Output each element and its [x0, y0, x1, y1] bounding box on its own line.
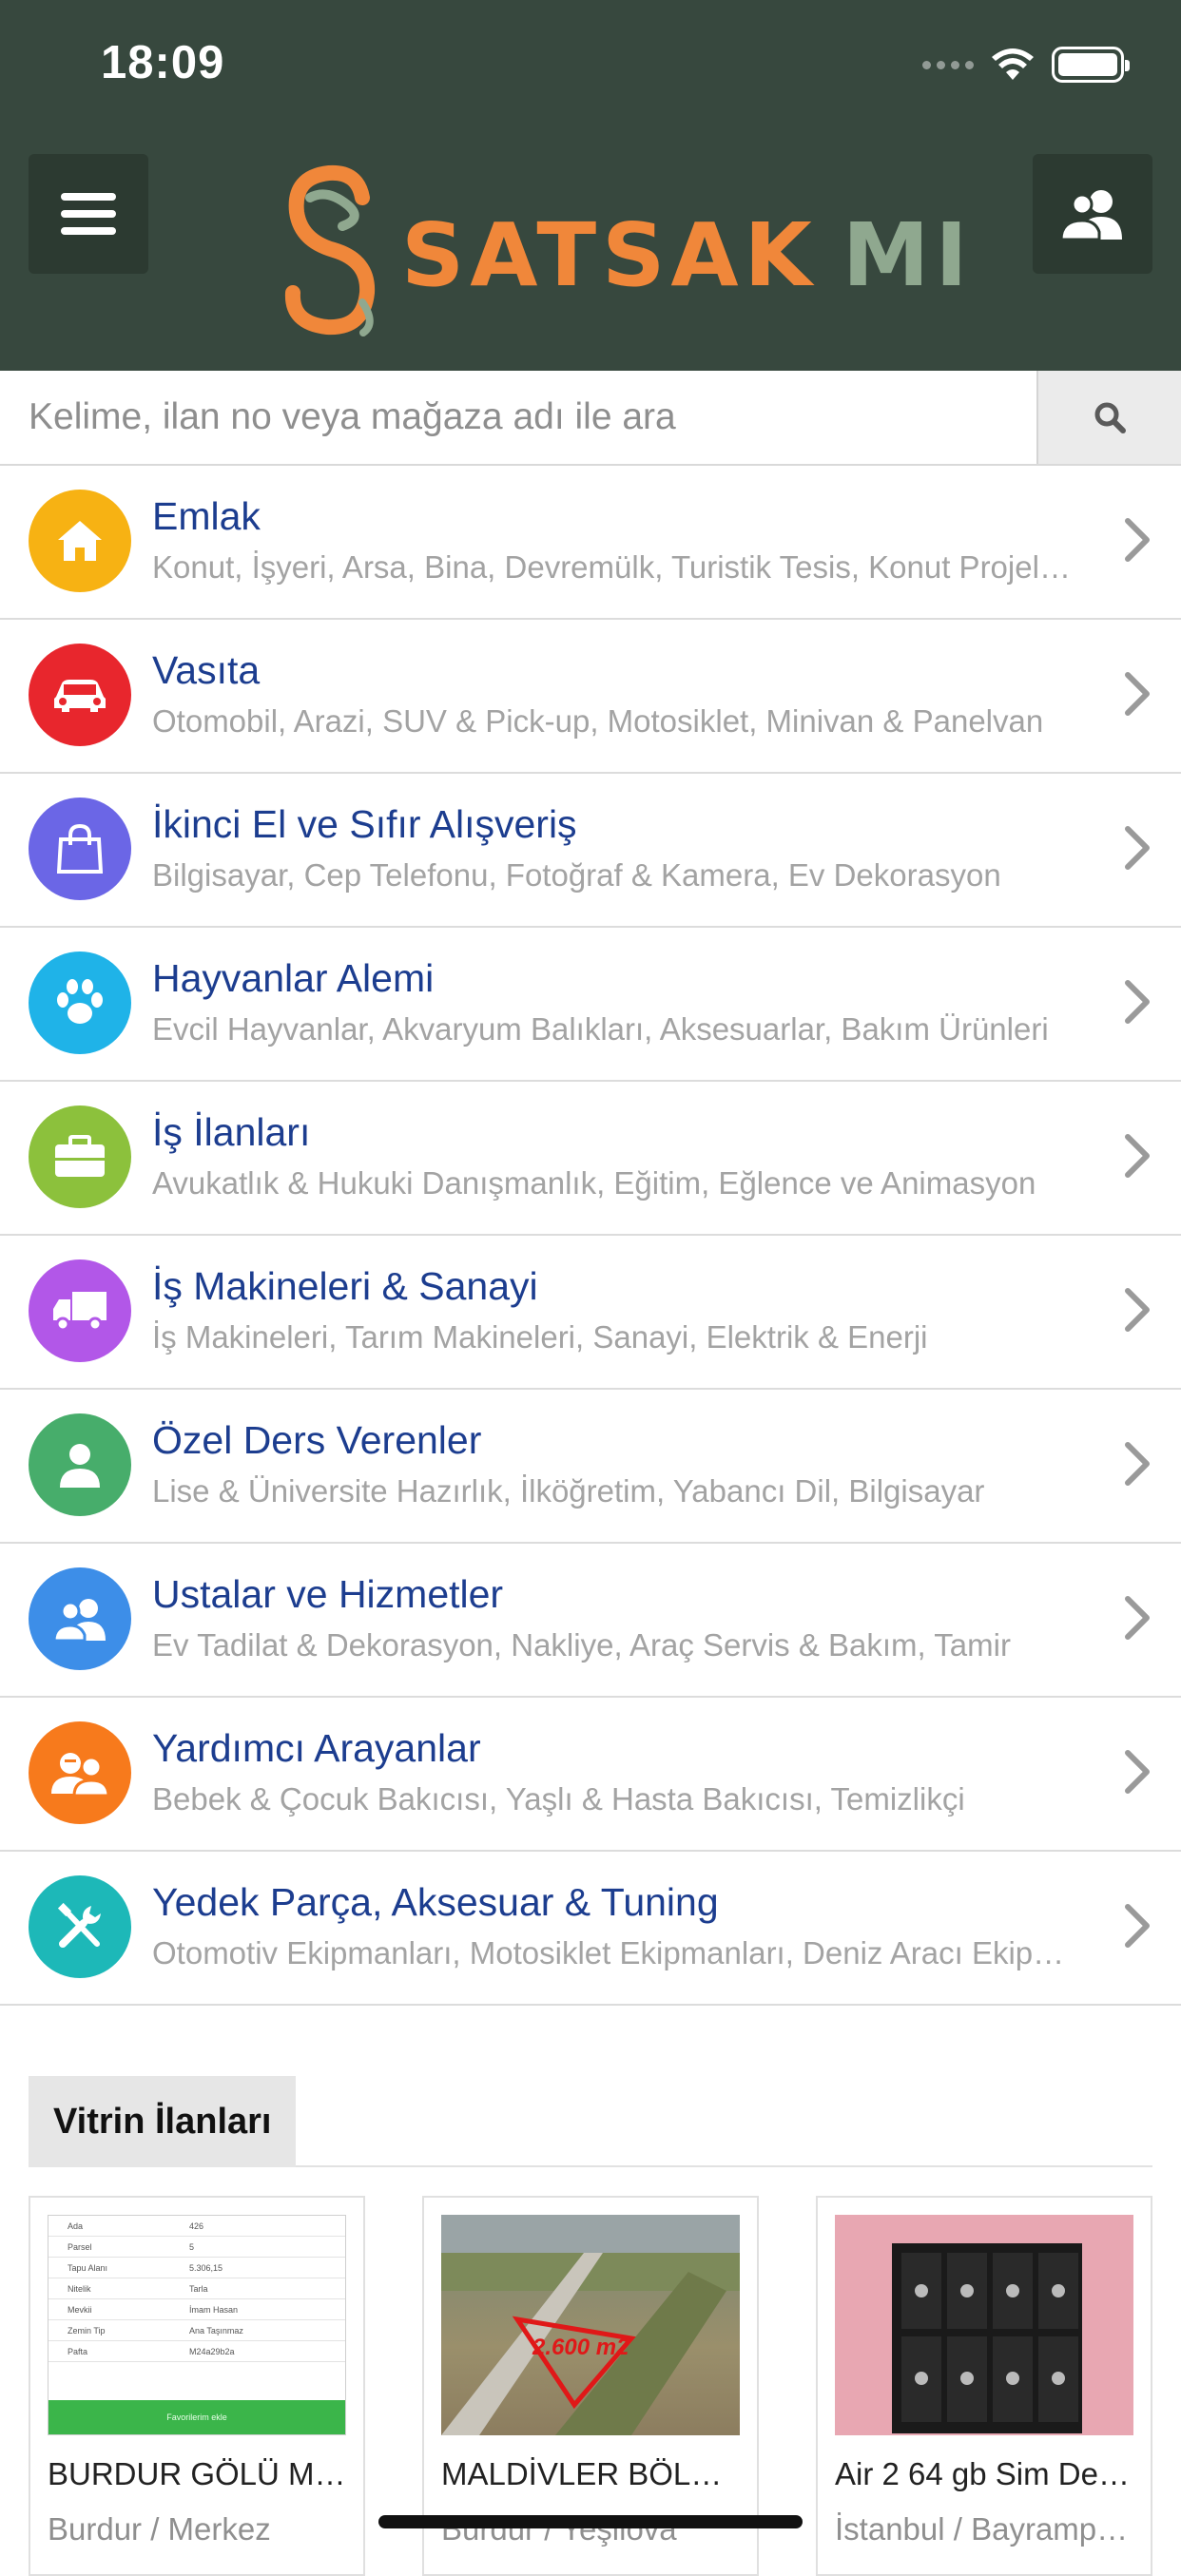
listing-image: 2.600 m2 — [441, 2215, 740, 2435]
category-title: Emlak — [152, 494, 261, 538]
search-icon — [1094, 402, 1126, 433]
logo-mark-icon — [284, 164, 376, 336]
category-title: Yardımcı Arayanlar — [152, 1726, 481, 1770]
status-time: 18:09 — [101, 37, 225, 88]
chevron-right-icon — [1125, 1596, 1150, 1640]
listing-title: MALDİVLER BÖLGESİ SATILIK — [441, 2456, 744, 2491]
category-subtitle: Avukatlık & Hukuki Danışmanlık, Eğitim, … — [152, 1165, 1036, 1201]
table-row: Zemin Tip Ana Taşınmaz — [48, 2320, 345, 2341]
listing-card[interactable]: Ada 426 Parsel 5 Tapu Alanı 5.306,15 Niteli… — [29, 2196, 365, 2576]
table-row: Nitelik Tarla — [48, 2278, 345, 2299]
home-icon — [29, 490, 131, 592]
category-title: Özel Ders Verenler — [152, 1418, 482, 1462]
logo-brand: SATSAK — [401, 203, 818, 306]
table-row: Ada 426 — [48, 2216, 345, 2237]
chevron-right-icon — [1125, 518, 1150, 562]
category-subtitle: Konut, İşyeri, Arsa, Bina, Devremülk, Tu… — [152, 549, 1071, 585]
category-subtitle: Otomotiv Ekipmanları, Motosiklet Ekipman… — [152, 1935, 1071, 1970]
category-vasita[interactable]: Vasıta Otomobil, Arazi, SUV & Pick-up, M… — [0, 620, 1181, 774]
truck-icon — [29, 1259, 131, 1362]
signal-icon — [922, 60, 974, 69]
chevron-right-icon — [1125, 1904, 1150, 1948]
logo-text: SATSAK MI — [401, 204, 974, 306]
tools-icon — [29, 1875, 131, 1978]
search-bar — [0, 371, 1181, 466]
category-is-makineleri[interactable]: İş Makineleri & Sanayi İş Makineleri, Ta… — [0, 1236, 1181, 1390]
category-title: Hayvanlar Alemi — [152, 956, 435, 1000]
person-icon — [29, 1413, 131, 1516]
home-indicator[interactable] — [378, 2515, 803, 2528]
listing-card[interactable]: Air 2 64 gb Sim Destekli İstanbul / Bayr… — [816, 2196, 1152, 2576]
category-ustalar[interactable]: Ustalar ve Hizmetler Ev Tadilat & Dekora… — [0, 1544, 1181, 1698]
chevron-right-icon — [1125, 826, 1150, 870]
category-title: Ustalar ve Hizmetler — [152, 1572, 504, 1616]
category-subtitle: İş Makineleri, Tarım Makineleri, Sanayi,… — [152, 1319, 928, 1355]
chevron-right-icon — [1125, 1288, 1150, 1332]
category-title: Vasıta — [152, 648, 261, 692]
shopping-bag-icon — [29, 798, 131, 900]
category-emlak[interactable]: Emlak Konut, İşyeri, Arsa, Bina, Devremü… — [0, 466, 1181, 620]
aerial-land-image — [441, 2215, 740, 2435]
category-is-ilanlari[interactable]: İş İlanları Avukatlık & Hukuki Danışmanl… — [0, 1082, 1181, 1236]
category-list: Emlak Konut, İşyeri, Arsa, Bina, Devremü… — [0, 466, 1181, 2006]
briefcase-icon — [29, 1105, 131, 1208]
category-yedek-parca[interactable]: Yedek Parça, Aksesuar & Tuning Otomotiv … — [0, 1852, 1181, 2006]
chevron-right-icon — [1125, 1134, 1150, 1178]
battery-icon — [1052, 47, 1130, 83]
paw-icon — [29, 952, 131, 1054]
category-subtitle: Bilgisayar, Cep Telefonu, Fotoğraf & Kam… — [152, 857, 1001, 893]
category-hayvanlar[interactable]: Hayvanlar Alemi Evcil Hayvanlar, Akvaryu… — [0, 928, 1181, 1082]
chevron-right-icon — [1125, 672, 1150, 716]
menu-button[interactable] — [29, 154, 148, 274]
hamburger-icon — [61, 193, 116, 235]
category-subtitle: Bebek & Çocuk Bakıcısı, Yaşlı & Hasta Ba… — [152, 1781, 965, 1817]
app-logo[interactable]: SATSAK MI — [272, 160, 974, 340]
table-row: Parsel 5 — [48, 2237, 345, 2258]
search-input[interactable] — [0, 371, 1036, 464]
category-alisveris[interactable]: İkinci El ve Sıfır Alışveriş Bilgisayar,… — [0, 774, 1181, 928]
image-button-strip: Favorilerim ekle — [48, 2400, 345, 2434]
listing-image — [835, 2215, 1133, 2435]
category-title: İkinci El ve Sıfır Alışveriş — [152, 802, 577, 846]
listing-title: BURDUR GÖLÜ MANZARALI — [48, 2456, 350, 2491]
category-subtitle: Ev Tadilat & Dekorasyon, Nakliye, Araç S… — [152, 1627, 1011, 1663]
listing-image: Ada 426 Parsel 5 Tapu Alanı 5.306,15 Niteli… — [48, 2215, 346, 2435]
image-label: 2.600 m2 — [532, 2335, 629, 2360]
search-button[interactable] — [1036, 371, 1181, 464]
top-bar: 18:09 SATSAK MI — [0, 0, 1181, 371]
wifi-icon — [992, 48, 1034, 80]
table-row: Tapu Alanı 5.306,15 — [48, 2258, 345, 2278]
users-icon — [29, 1567, 131, 1670]
category-ozel-ders[interactable]: Özel Ders Verenler Lise & Üniversite Haz… — [0, 1390, 1181, 1544]
category-title: Yedek Parça, Aksesuar & Tuning — [152, 1880, 719, 1924]
category-yardimci[interactable]: Yardımcı Arayanlar Bebek & Çocuk Bakıcıs… — [0, 1698, 1181, 1852]
table-row: Mevkii İmam Hasan — [48, 2299, 345, 2320]
chevron-right-icon — [1125, 980, 1150, 1024]
showcase-header: Vitrin İlanları — [29, 2076, 1152, 2167]
category-subtitle: Otomobil, Arazi, SUV & Pick-up, Motosikl… — [152, 703, 1044, 739]
account-button[interactable] — [1033, 154, 1152, 274]
chevron-right-icon — [1125, 1442, 1150, 1486]
status-icons — [922, 42, 1130, 87]
listing-location: Burdur / Merkez — [48, 2511, 271, 2547]
category-title: İş Makineleri & Sanayi — [152, 1264, 538, 1308]
table-row: Pafta M24a29b2a — [48, 2341, 345, 2362]
listing-location: İstanbul / Bayrampaşa — [835, 2511, 1137, 2547]
category-title: İş İlanları — [152, 1110, 311, 1154]
logo-suffix: MI — [842, 203, 974, 306]
showcase-cards: Ada 426 Parsel 5 Tapu Alanı 5.306,15 Niteli… — [29, 2196, 1181, 2576]
category-subtitle: Lise & Üniversite Hazırlık, İlköğretim, … — [152, 1473, 985, 1509]
product-image — [892, 2243, 1082, 2433]
car-icon — [29, 644, 131, 746]
category-subtitle: Evcil Hayvanlar, Akvaryum Balıkları, Aks… — [152, 1011, 1049, 1047]
helpers-icon — [29, 1721, 131, 1824]
users-icon — [1061, 190, 1122, 240]
listing-title: Air 2 64 gb Sim Destekli — [835, 2456, 1137, 2491]
chevron-right-icon — [1125, 1750, 1150, 1794]
showcase-title: Vitrin İlanları — [29, 2076, 297, 2167]
